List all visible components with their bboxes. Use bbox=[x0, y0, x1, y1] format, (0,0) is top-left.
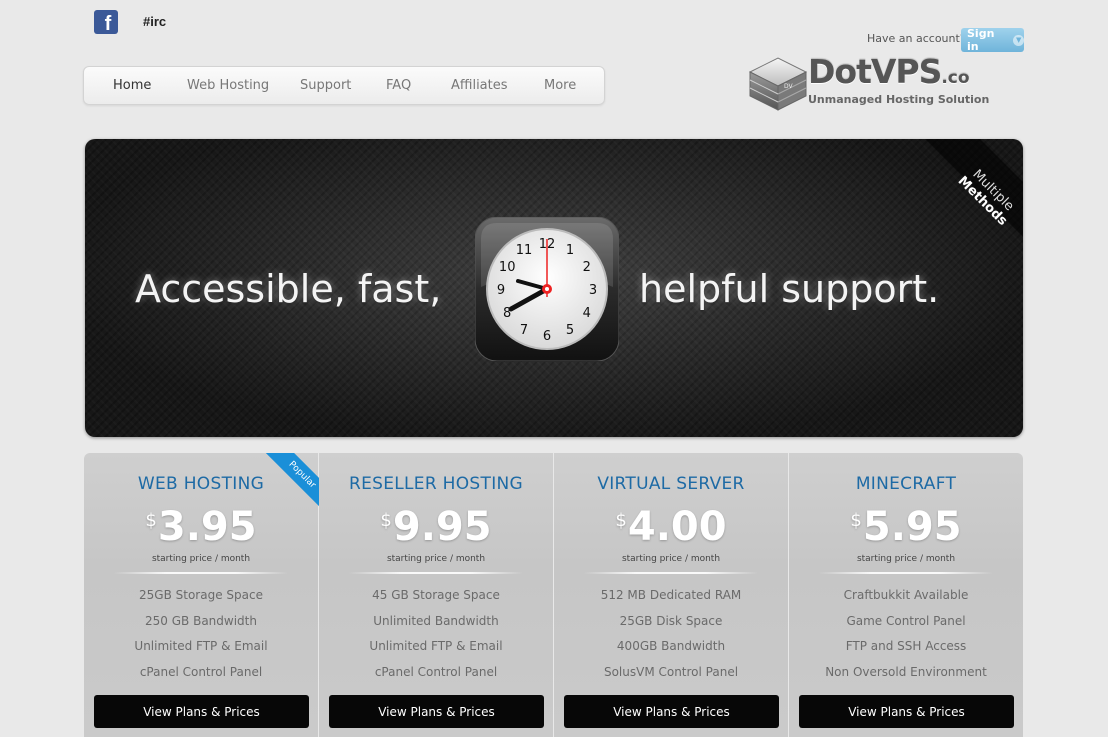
price-value: 9.95 bbox=[392, 504, 492, 550]
signin-button[interactable]: Sign in ▼ bbox=[961, 27, 1024, 53]
plan-price: $9.95 bbox=[319, 504, 553, 550]
feature-item: 512 MB Dedicated RAM bbox=[600, 588, 742, 602]
price-value: 5.95 bbox=[862, 504, 962, 550]
nav-item-affiliates[interactable]: Affiliates bbox=[451, 78, 508, 93]
feature-list: 512 MB Dedicated RAM 25GB Disk Space 400… bbox=[554, 587, 788, 689]
price-note: starting price / month bbox=[386, 554, 486, 564]
irc-link[interactable]: #irc bbox=[143, 14, 166, 29]
feature-list: Craftbukkit Available Game Control Panel… bbox=[789, 587, 1023, 689]
feature-item: FTP and SSH Access bbox=[845, 639, 967, 653]
feature-item: 400GB Bandwidth bbox=[616, 639, 726, 653]
plan-price: $3.95 bbox=[84, 504, 318, 550]
price-note: starting price / month bbox=[621, 554, 721, 564]
feature-item: Unlimited FTP & Email bbox=[134, 639, 268, 653]
feature-item: Unlimited FTP & Email bbox=[369, 639, 503, 653]
account-prompt: Have an account? bbox=[867, 32, 966, 45]
feature-list: 25GB Storage Space 250 GB Bandwidth Unli… bbox=[84, 587, 318, 689]
clock-icon: 12 1234567891011 bbox=[475, 217, 619, 361]
view-plans-button[interactable]: View Plans & Prices bbox=[564, 695, 779, 728]
divider bbox=[114, 572, 288, 574]
facebook-icon[interactable]: f bbox=[94, 10, 118, 34]
currency-symbol: $ bbox=[850, 510, 862, 531]
plan-web-hosting: Popular WEB HOSTING $3.95 starting price… bbox=[84, 453, 319, 737]
price-value: 3.95 bbox=[157, 504, 257, 550]
feature-item: cPanel Control Panel bbox=[139, 664, 263, 679]
logo-name: DotVPS bbox=[808, 52, 942, 91]
banner-text-left: Accessible, fast, bbox=[135, 267, 442, 311]
feature-item: cPanel Control Panel bbox=[374, 664, 498, 679]
signin-label: Sign in bbox=[967, 27, 995, 53]
clock-numeral: 1 bbox=[566, 243, 574, 258]
currency-symbol: $ bbox=[145, 510, 157, 531]
feature-item: Unlimited Bandwidth bbox=[373, 613, 499, 628]
plan-reseller-hosting: RESELLER HOSTING $9.95 starting price / … bbox=[319, 453, 554, 737]
feature-item: Craftbukkit Available bbox=[843, 588, 969, 602]
clock-numeral: 6 bbox=[543, 329, 551, 344]
view-plans-button[interactable]: View Plans & Prices bbox=[329, 695, 544, 728]
logo-suffix: .co bbox=[941, 68, 970, 88]
feature-item: 25GB Storage Space bbox=[139, 588, 263, 602]
nav-item-web-hosting[interactable]: Web Hosting bbox=[187, 78, 269, 93]
plan-title: VIRTUAL SERVER bbox=[597, 474, 745, 494]
feature-item: Non Oversold Environment bbox=[825, 664, 987, 679]
clock-numeral: 3 bbox=[589, 283, 597, 298]
plan-price: $5.95 bbox=[789, 504, 1023, 550]
main-nav: Home Web Hosting Support FAQ Affiliates … bbox=[83, 66, 605, 105]
currency-symbol: $ bbox=[380, 510, 392, 531]
price-note: starting price / month bbox=[856, 554, 956, 564]
divider bbox=[584, 572, 758, 574]
logo-wordmark[interactable]: DotVPS.co bbox=[808, 52, 970, 91]
clock-numeral: 2 bbox=[583, 260, 591, 275]
feature-item: 45 GB Storage Space bbox=[372, 588, 500, 602]
nav-item-faq[interactable]: FAQ bbox=[386, 78, 411, 93]
plan-title: MINECRAFT bbox=[855, 474, 957, 494]
plan-minecraft: MINECRAFT $5.95 starting price / month C… bbox=[789, 453, 1023, 737]
chevron-down-icon: ▼ bbox=[1013, 34, 1024, 46]
plan-price: $4.00 bbox=[554, 504, 788, 550]
feature-item: Game Control Panel bbox=[846, 613, 966, 628]
logo-tagline: Unmanaged Hosting Solution bbox=[808, 93, 990, 106]
plan-title: RESELLER HOSTING bbox=[348, 474, 524, 494]
plan-virtual-server: VIRTUAL SERVER $4.00 starting price / mo… bbox=[554, 453, 789, 737]
nav-item-home[interactable]: Home bbox=[113, 78, 151, 93]
feature-item: 250 GB Bandwidth bbox=[145, 613, 257, 628]
server-label: DV bbox=[784, 83, 794, 90]
divider bbox=[349, 572, 523, 574]
clock-numeral: 11 bbox=[516, 243, 533, 258]
hero-banner: Accessible, fast, helpful support. Multi… bbox=[85, 139, 1023, 437]
clock-numeral: 4 bbox=[583, 306, 591, 321]
pricing-plans: Popular WEB HOSTING $3.95 starting price… bbox=[84, 453, 1024, 737]
view-plans-button[interactable]: View Plans & Prices bbox=[799, 695, 1014, 728]
divider bbox=[819, 572, 993, 574]
clock-numeral: 7 bbox=[520, 323, 528, 338]
plan-title: WEB HOSTING bbox=[137, 474, 265, 494]
nav-item-more[interactable]: More bbox=[544, 78, 576, 93]
price-note: starting price / month bbox=[151, 554, 251, 564]
feature-item: 25GB Disk Space bbox=[619, 613, 723, 628]
nav-item-support[interactable]: Support bbox=[300, 78, 351, 93]
feature-list: 45 GB Storage Space Unlimited Bandwidth … bbox=[319, 587, 553, 689]
clock-numeral: 5 bbox=[566, 323, 574, 338]
feature-item: SolusVM Control Panel bbox=[603, 664, 739, 679]
currency-symbol: $ bbox=[615, 510, 627, 531]
price-value: 4.00 bbox=[627, 504, 727, 550]
clock-numeral: 9 bbox=[497, 283, 505, 298]
clock-numeral: 10 bbox=[499, 260, 516, 275]
view-plans-button[interactable]: View Plans & Prices bbox=[94, 695, 309, 728]
